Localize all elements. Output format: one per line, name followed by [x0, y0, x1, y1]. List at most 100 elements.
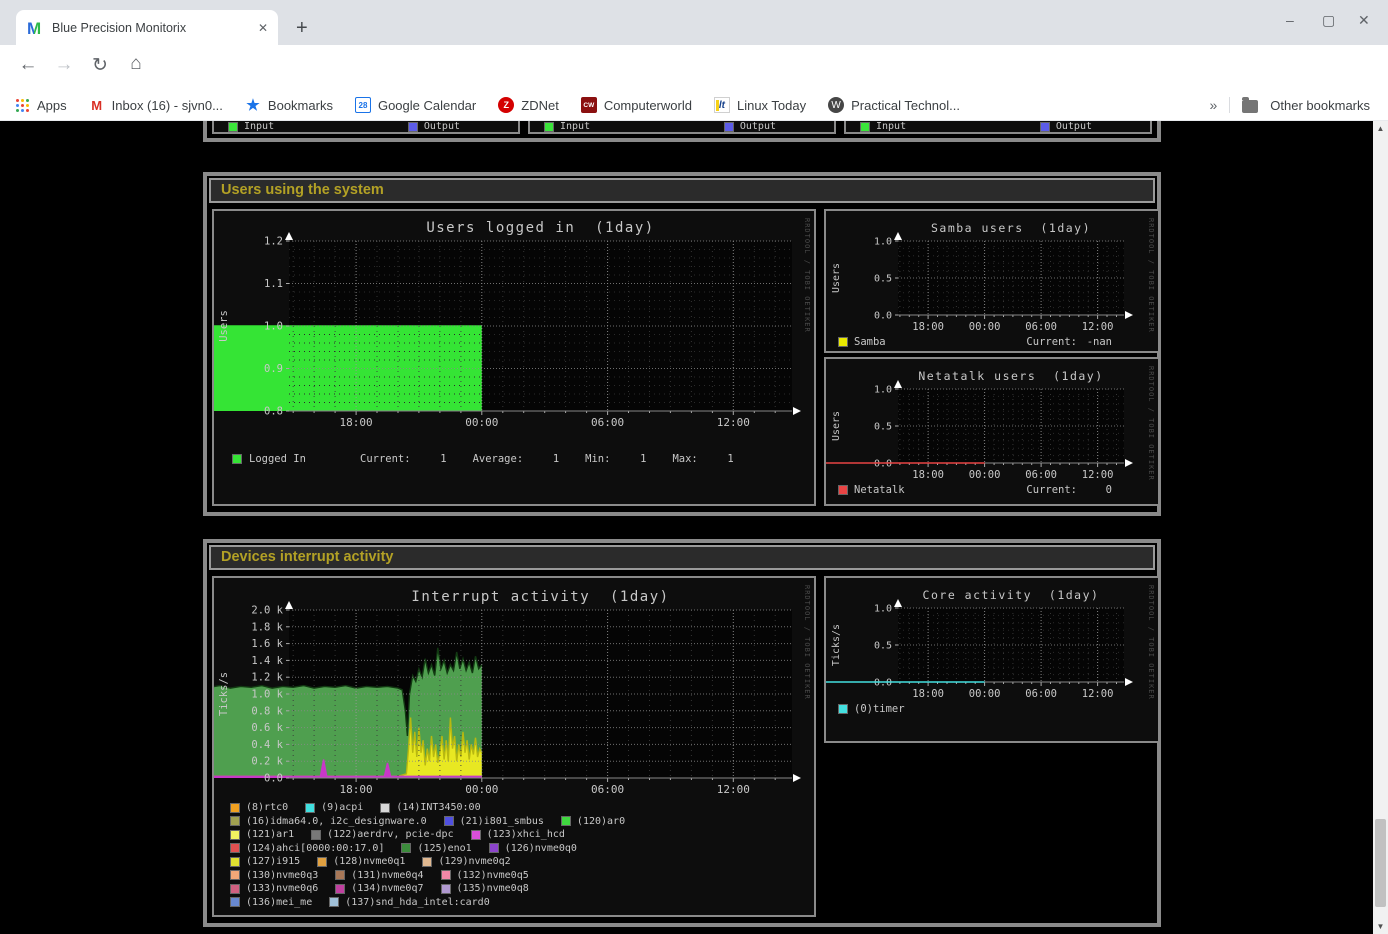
bookmark-cw[interactable]: CWComputerworld — [581, 97, 692, 113]
netatalk-users-graph[interactable]: 0.00.51.018:0000:0006:0012:00Netatalk us… — [826, 359, 1156, 481]
svg-text:0.5: 0.5 — [874, 422, 892, 433]
reload-icon[interactable]: ↻ — [86, 54, 114, 77]
svg-text:Ticks/s: Ticks/s — [218, 672, 230, 716]
svg-text:0.0: 0.0 — [264, 773, 283, 785]
svg-text:00:00: 00:00 — [465, 783, 498, 796]
section-title-interrupts: Devices interrupt activity — [209, 545, 1155, 570]
svg-text:06:00: 06:00 — [591, 416, 624, 429]
page-content: InputOutputInputOutputInputOutput Users … — [0, 121, 1373, 934]
legend-item: (137)snd_hda_intel:card0 — [329, 897, 490, 908]
svg-text:1.6 k: 1.6 k — [251, 638, 283, 650]
wordpress-icon: W — [828, 97, 844, 113]
legend-item: (132)nvme0q5 — [441, 870, 529, 881]
scrollbar-up-icon[interactable]: ▲ — [1373, 121, 1388, 136]
legend-swatch — [838, 485, 848, 495]
core-activity-graph[interactable]: 0.00.51.018:0000:0006:0012:00Core activi… — [826, 578, 1156, 700]
svg-text:00:00: 00:00 — [969, 688, 1001, 700]
svg-text:Samba users (1day): Samba users (1day) — [931, 221, 1091, 235]
svg-text:00:00: 00:00 — [465, 416, 498, 429]
interrupt-legend: (8)rtc0(9)acpi(14)INT3450:00(16)idma64.0… — [230, 801, 814, 909]
browser-navbar: ← → ↻ ⌂ ⓘ localhost:8080/monitorix-cgi/m… — [0, 45, 1388, 90]
svg-text:Ticks/s: Ticks/s — [831, 624, 842, 666]
legend-item: (130)nvme0q3 — [230, 870, 318, 881]
legend-swatch — [1040, 122, 1050, 132]
bookmarks-right: » Other bookmarks — [1210, 97, 1371, 113]
svg-text:06:00: 06:00 — [591, 783, 624, 796]
bookmark-label: Computerworld — [604, 98, 692, 113]
new-tab-button[interactable]: + — [296, 18, 308, 38]
svg-text:1.0: 1.0 — [874, 237, 892, 248]
bookmark-label: Apps — [37, 98, 67, 113]
back-icon[interactable]: ← — [14, 54, 42, 76]
other-bookmarks-button[interactable]: Other bookmarks — [1270, 98, 1370, 113]
samba-users-graph[interactable]: 0.00.51.018:0000:0006:0012:00Samba users… — [826, 211, 1156, 333]
legend-stat: Max:1 — [672, 453, 733, 465]
bookmark-star[interactable]: ★Bookmarks — [245, 97, 333, 113]
legend-item: (121)ar1 — [230, 829, 294, 840]
netatalk-legend: NetatalkCurrent:0 — [838, 484, 1146, 496]
bookmark-apps[interactable]: Apps — [14, 97, 67, 113]
netatalk-users-panel: 0.00.51.018:0000:0006:0012:00Netatalk us… — [824, 357, 1160, 506]
legend-item: (8)rtc0 — [230, 802, 288, 813]
browser-tab[interactable]: M Blue Precision Monitorix ✕ — [16, 10, 278, 45]
svg-text:M: M — [27, 19, 41, 37]
legend-item: (128)nvme0q1 — [317, 856, 405, 867]
window-minimize-icon[interactable]: – — [1286, 12, 1294, 28]
samba-legend: SambaCurrent:-nan — [838, 336, 1146, 348]
svg-text:1.8 k: 1.8 k — [251, 621, 283, 633]
bookmark-gcal[interactable]: 28 Google Calendar — [355, 97, 476, 113]
bookmark-label: Google Calendar — [378, 98, 476, 113]
bookmark-wordpress[interactable]: WPractical Technol... — [828, 97, 960, 113]
legend-stat: Current:-nan — [1026, 336, 1112, 348]
svg-text:18:00: 18:00 — [340, 783, 373, 796]
bookmarks-list: Apps MInbox (16) - sjvn0... ★Bookmarks 28 Go… — [14, 97, 960, 113]
bookmarks-overflow-icon[interactable]: » — [1210, 97, 1218, 113]
monitorix-favicon: M — [26, 19, 44, 37]
svg-text:18:00: 18:00 — [340, 416, 373, 429]
svg-text:1.0: 1.0 — [874, 604, 892, 615]
forward-icon[interactable]: → — [50, 54, 78, 76]
users-logged-in-graph[interactable]: 0.80.91.01.11.218:0000:0006:0012:00Users… — [214, 211, 814, 436]
zdnet-icon: Z — [498, 97, 514, 113]
interrupt-activity-graph[interactable]: 0.00.2 k0.4 k0.6 k0.8 k1.0 k1.2 k1.4 k1.… — [214, 578, 814, 801]
svg-text:0.6 k: 0.6 k — [251, 722, 283, 734]
core-activity-panel: 0.00.51.018:0000:0006:0012:00Core activi… — [824, 576, 1160, 743]
section-interrupts: Devices interrupt activity 0.00.2 k0.4 k… — [203, 539, 1161, 927]
svg-text:12:00: 12:00 — [1082, 469, 1114, 481]
legend-item: (134)nvme0q7 — [335, 883, 423, 894]
scrollbar-down-icon[interactable]: ▼ — [1373, 919, 1388, 934]
svg-text:00:00: 00:00 — [969, 321, 1001, 333]
bookmark-gmail[interactable]: MInbox (16) - sjvn0... — [89, 97, 223, 113]
svg-text:18:00: 18:00 — [912, 469, 944, 481]
section-network-partial: InputOutputInputOutputInputOutput — [203, 121, 1161, 142]
svg-text:Users logged in (1day): Users logged in (1day) — [426, 220, 654, 236]
section-title-users: Users using the system — [209, 178, 1155, 203]
legend-swatch — [838, 704, 848, 714]
svg-text:Core activity (1day): Core activity (1day) — [923, 588, 1100, 602]
legend-item: Input — [860, 121, 906, 132]
window-close-icon[interactable]: ✕ — [1358, 12, 1370, 29]
legend-item: (125)eno1 — [401, 843, 471, 854]
home-icon[interactable]: ⌂ — [122, 53, 150, 75]
svg-text:Netatalk users (1day): Netatalk users (1day) — [918, 369, 1103, 383]
vertical-scrollbar[interactable]: ▲ ▼ — [1373, 121, 1388, 934]
legend-item: (124)ahci[0000:00:17.0] — [230, 843, 384, 854]
legend-item: (16)idma64.0, i2c_designware.0 — [230, 816, 427, 827]
legend-item: (9)acpi — [305, 802, 363, 813]
legend-item: Output — [408, 121, 460, 132]
bookmark-label: ZDNet — [521, 98, 559, 113]
svg-text:0.4 k: 0.4 k — [251, 739, 283, 751]
scrollbar-thumb[interactable] — [1375, 819, 1386, 907]
gcal-icon: 28 — [355, 97, 371, 113]
svg-text:12:00: 12:00 — [717, 416, 750, 429]
graph-panel-partial: InputOutput — [844, 121, 1152, 134]
bookmark-linuxtoday[interactable]: ltLinux Today — [714, 97, 806, 113]
legend-stat: Current:0 — [1026, 484, 1112, 496]
svg-text:1.0 k: 1.0 k — [251, 689, 283, 701]
window-maximize-icon[interactable]: ▢ — [1322, 12, 1335, 29]
bookmark-zdnet[interactable]: Z ZDNet — [498, 97, 559, 113]
tab-close-icon[interactable]: ✕ — [258, 21, 268, 35]
svg-text:18:00: 18:00 — [912, 321, 944, 333]
svg-text:0.0: 0.0 — [874, 678, 892, 689]
svg-text:06:00: 06:00 — [1025, 469, 1057, 481]
